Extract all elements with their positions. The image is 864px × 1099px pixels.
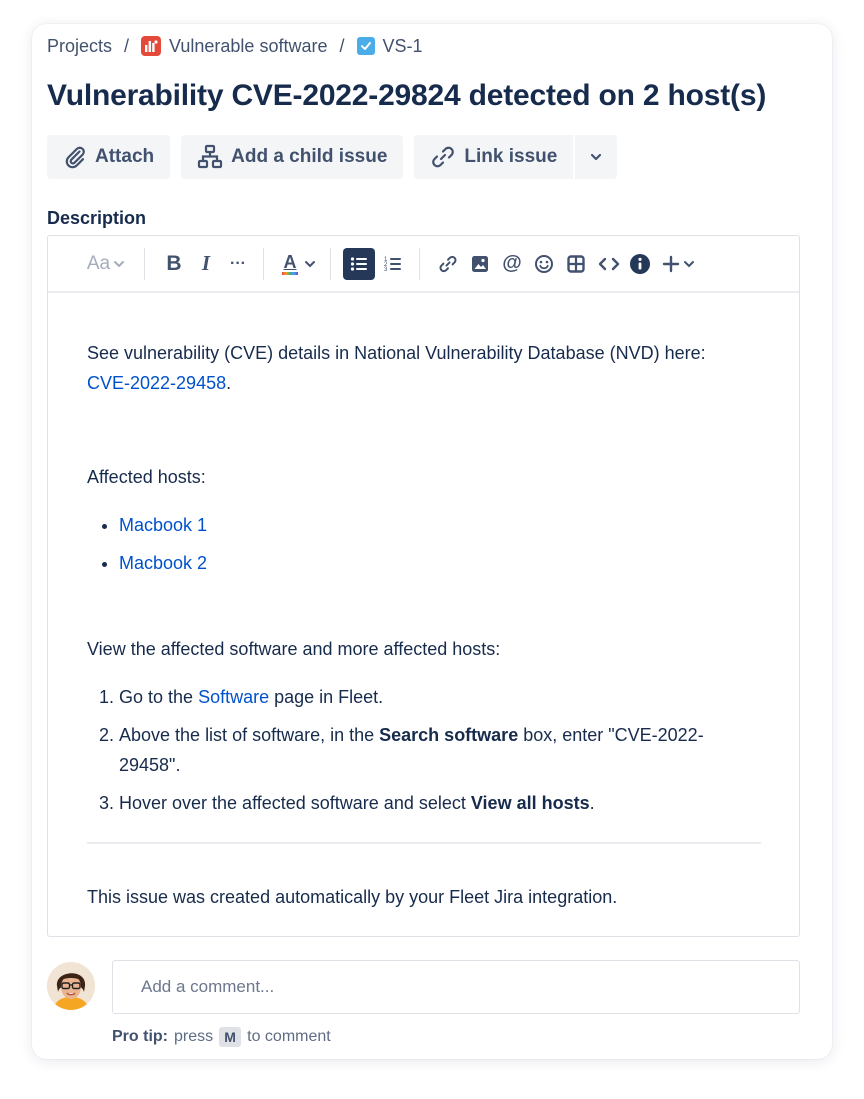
breadcrumb-projects[interactable]: Projects xyxy=(47,36,112,57)
emoji-icon xyxy=(535,254,553,273)
image-icon xyxy=(472,255,488,272)
table-icon xyxy=(567,254,585,273)
step-2-bold: Search software xyxy=(379,725,519,745)
code-icon xyxy=(598,257,620,270)
bullet-list-button[interactable] xyxy=(343,247,375,280)
text-color-bar xyxy=(282,271,298,275)
toolbar-divider xyxy=(144,247,145,280)
link-issue-group: Link issue xyxy=(414,135,618,179)
chevron-down-icon xyxy=(591,153,602,161)
chevron-down-icon xyxy=(114,260,125,267)
footer-note: This issue was created automatically by … xyxy=(87,887,618,907)
text-color-button[interactable]: A xyxy=(280,253,300,275)
insert-link-button[interactable] xyxy=(436,254,460,274)
editor-content[interactable]: See vulnerability (CVE) details in Natio… xyxy=(48,338,799,912)
breadcrumb-issue[interactable]: VS-1 xyxy=(356,35,423,57)
list-item: Above the list of software, in the Searc… xyxy=(119,720,761,780)
step-1-post: page in Fleet. xyxy=(269,687,384,707)
step-1-pre: Go to the xyxy=(119,687,199,707)
link-icon xyxy=(432,146,455,168)
description-editor[interactable]: Aa B I ··· A 1 2 3 @ See vulnerability (… xyxy=(47,235,800,937)
info-icon xyxy=(630,253,650,274)
step-3-pre: Hover over the affected software and sel… xyxy=(119,793,471,813)
more-formatting-button[interactable]: ··· xyxy=(227,255,249,273)
issue-card: Projects / Vulnerable software / VS-1 Vu… xyxy=(32,24,832,1059)
numbered-list-button[interactable]: 1 2 3 xyxy=(379,255,407,273)
breadcrumb-separator: / xyxy=(339,35,345,56)
affected-hosts-list: Macbook 1 Macbook 2 xyxy=(87,510,761,578)
hierarchy-icon xyxy=(198,144,223,169)
project-icon xyxy=(141,36,162,56)
step-2-pre: Above the list of software, in the xyxy=(119,725,380,745)
text-style-dropdown[interactable]: Aa xyxy=(84,253,128,275)
pro-tip: Pro tip: press M to comment xyxy=(112,1027,331,1047)
affected-hosts-label: Affected hosts: xyxy=(87,467,206,487)
list-item: Macbook 1 xyxy=(119,510,761,540)
issue-title[interactable]: Vulnerability CVE-2022-29824 detected on… xyxy=(47,79,766,113)
paperclip-icon xyxy=(65,146,85,169)
view-software-text: View the affected software and more affe… xyxy=(87,639,501,659)
host-link-macbook-1[interactable]: Macbook 1 xyxy=(119,515,207,535)
add-child-label: Add a child issue xyxy=(231,146,388,167)
link-issue-label: Link issue xyxy=(464,146,558,167)
text-color-label: A xyxy=(283,251,297,272)
link-icon xyxy=(439,255,457,272)
cve-link-suffix: . xyxy=(226,373,232,393)
user-avatar-icon xyxy=(47,962,95,1010)
chevron-down-icon xyxy=(684,260,694,267)
keyboard-shortcut-m: M xyxy=(219,1027,242,1047)
steps-list: Go to the Software page in Fleet. Above … xyxy=(87,682,761,818)
link-issue-dropdown-button[interactable] xyxy=(573,135,618,179)
step-3-post: . xyxy=(589,793,595,813)
comment-placeholder: Add a comment... xyxy=(141,977,275,996)
step-3-bold: View all hosts xyxy=(470,793,590,813)
comment-input[interactable]: Add a comment... xyxy=(112,960,800,1014)
toolbar-divider xyxy=(419,247,420,280)
avatar[interactable] xyxy=(47,962,95,1010)
description-label: Description xyxy=(47,208,147,228)
insert-table-button[interactable] xyxy=(564,254,588,273)
insert-image-button[interactable] xyxy=(468,255,492,273)
bold-button[interactable]: B xyxy=(165,252,183,276)
pro-tip-label: Pro tip: xyxy=(112,1028,168,1045)
add-child-issue-button[interactable]: Add a child issue xyxy=(181,135,404,179)
cve-link[interactable]: CVE-2022-29458 xyxy=(87,373,226,393)
list-item: Hover over the affected software and sel… xyxy=(119,788,761,818)
issue-actions: Attach Add a child issue Link issue xyxy=(47,135,618,179)
pro-tip-rest: to comment xyxy=(247,1028,331,1045)
list-item: Macbook 2 xyxy=(119,548,761,578)
software-page-link[interactable]: Software xyxy=(198,687,269,707)
info-panel-button[interactable] xyxy=(628,253,652,275)
toolbar-divider xyxy=(263,247,264,280)
host-link-macbook-2[interactable]: Macbook 2 xyxy=(119,553,207,573)
attach-label: Attach xyxy=(95,146,155,167)
pro-tip-press: press xyxy=(174,1028,214,1045)
toolbar-divider xyxy=(330,247,331,280)
italic-button[interactable]: I xyxy=(197,251,215,276)
breadcrumb-issue-key: VS-1 xyxy=(382,35,423,56)
breadcrumb-project[interactable]: Vulnerable software xyxy=(141,36,327,57)
insert-more-button[interactable] xyxy=(658,254,698,274)
cve-intro-text: See vulnerability (CVE) details in Natio… xyxy=(87,343,706,363)
breadcrumb-project-label: Vulnerable software xyxy=(169,35,328,56)
emoji-button[interactable] xyxy=(532,254,556,274)
code-block-button[interactable] xyxy=(596,256,622,272)
plus-icon xyxy=(662,255,680,272)
mention-button[interactable]: @ xyxy=(500,252,524,275)
list-item: Go to the Software page in Fleet. xyxy=(119,682,761,712)
editor-toolbar: Aa B I ··· A 1 2 3 @ xyxy=(48,236,799,293)
bullet-list-icon xyxy=(350,256,367,271)
numbered-list-icon: 1 2 3 xyxy=(384,257,401,273)
cve-intro-paragraph: See vulnerability (CVE) details in Natio… xyxy=(87,338,761,398)
svg-text:3: 3 xyxy=(384,267,388,273)
link-issue-button[interactable]: Link issue xyxy=(414,135,574,179)
task-checkbox-icon xyxy=(356,37,375,55)
breadcrumb: Projects / Vulnerable software / VS-1 xyxy=(47,35,423,57)
text-style-label: Aa xyxy=(86,252,111,274)
horizontal-divider xyxy=(87,842,761,844)
chevron-down-icon[interactable] xyxy=(304,259,316,269)
breadcrumb-separator: / xyxy=(124,35,130,56)
attach-button[interactable]: Attach xyxy=(47,135,171,179)
